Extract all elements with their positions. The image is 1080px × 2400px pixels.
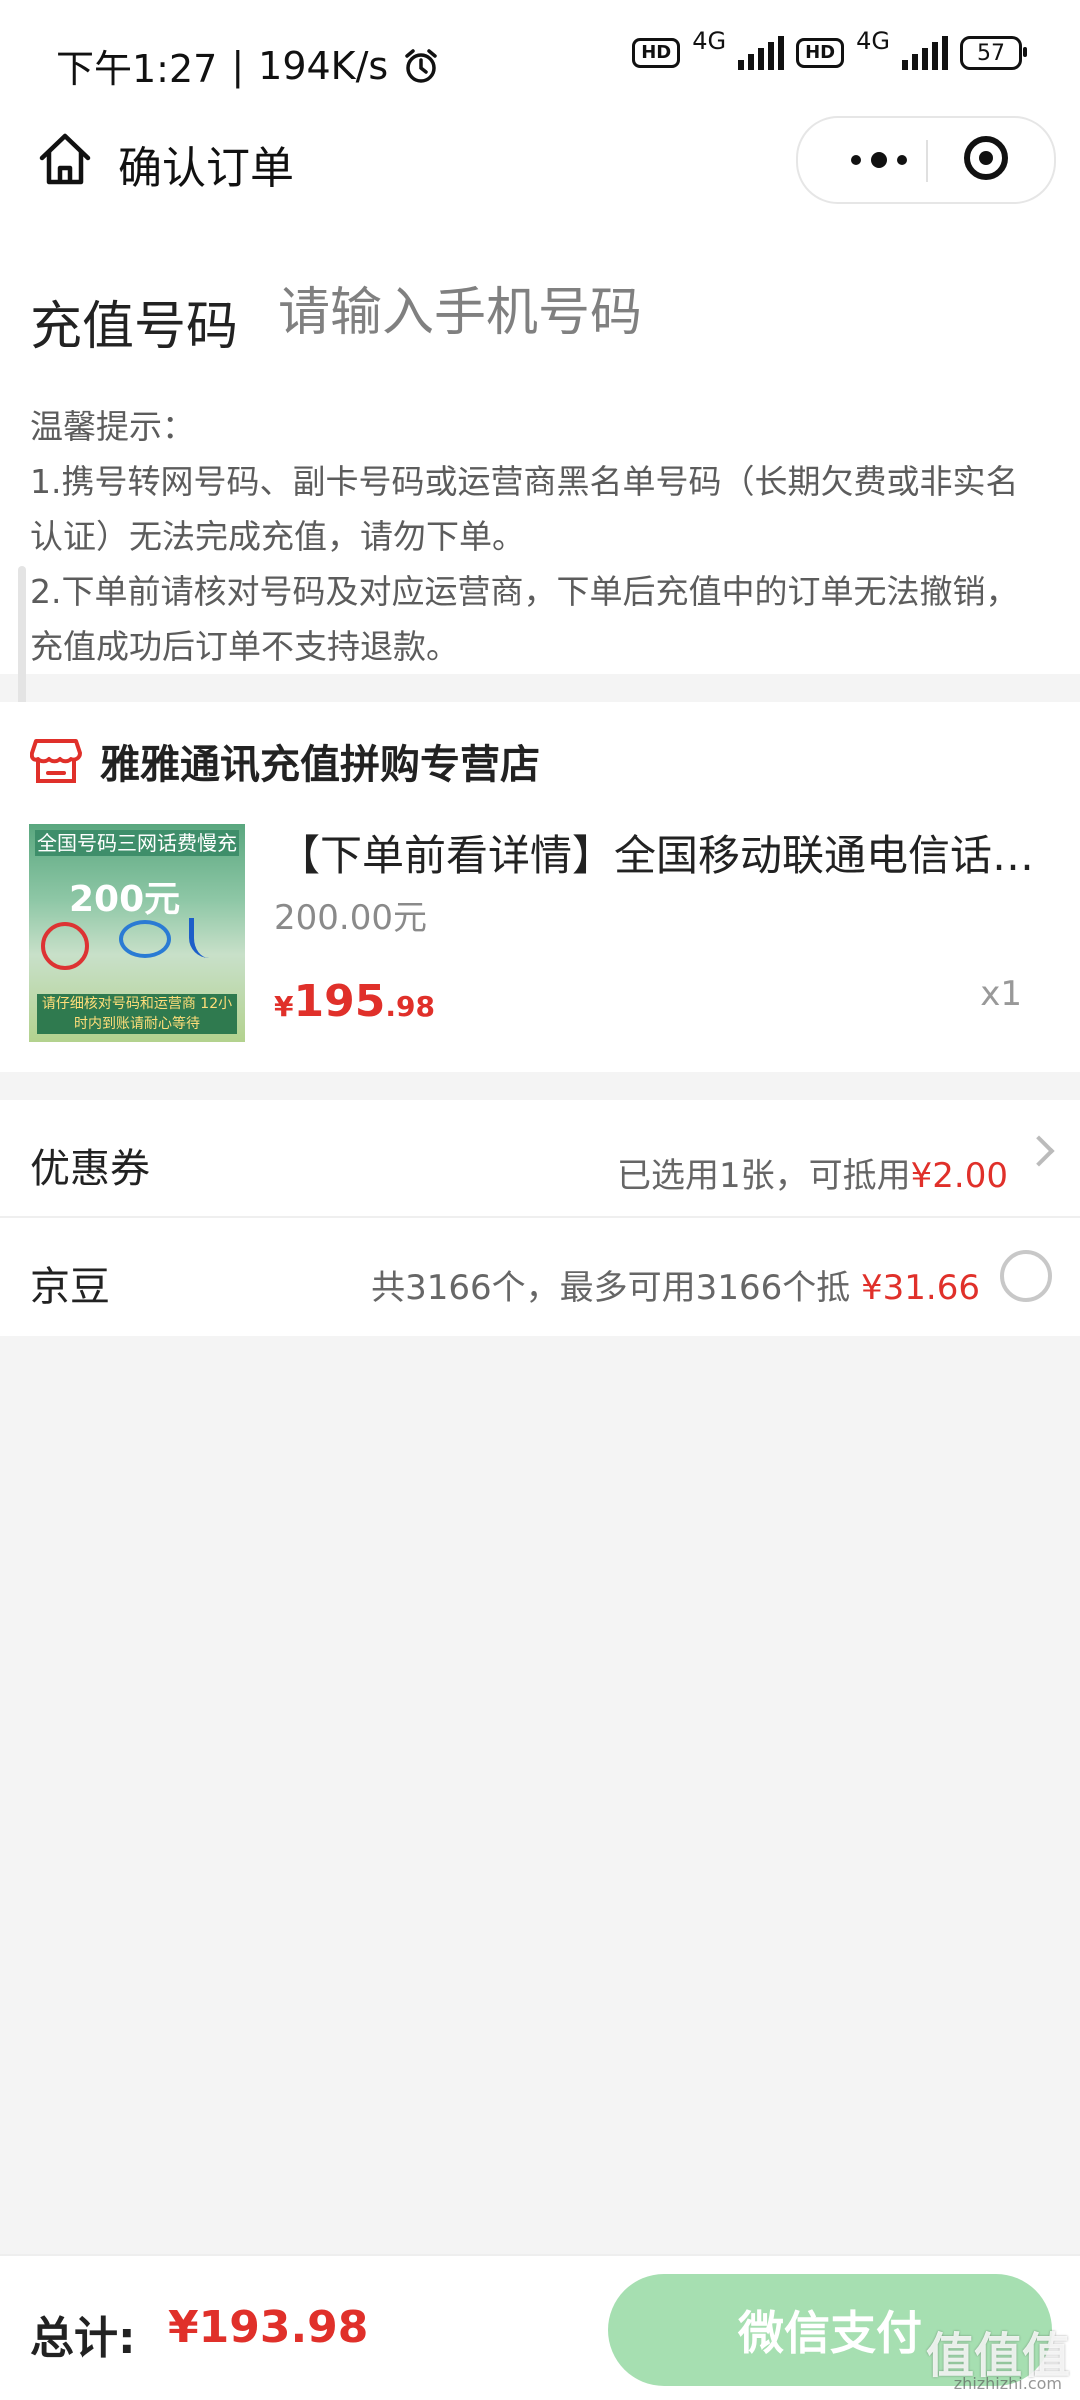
hd-badge: HD xyxy=(632,38,681,68)
shop-header[interactable]: 雅雅通讯充值拼购专营店 xyxy=(30,732,540,790)
network-label: 4G xyxy=(692,27,727,55)
home-icon[interactable] xyxy=(36,130,94,188)
close-mini-program-icon[interactable] xyxy=(964,136,1008,180)
shop-name: 雅雅通讯充值拼购专营店 xyxy=(100,742,540,788)
status-divider: | xyxy=(231,43,245,88)
bottom-bar: 总计: ¥193.98 微信支付 值值值 zhizhizhi.com xyxy=(0,2254,1080,2400)
jingdou-label: 京豆 xyxy=(30,1264,110,1310)
page-title: 确认订单 xyxy=(118,143,294,194)
status-speed: 194K/s xyxy=(258,43,389,88)
total-label: 总计: xyxy=(30,2313,136,2364)
jingdou-radio[interactable] xyxy=(1000,1250,1052,1302)
coupon-summary: 已选用1张，可抵用¥2.00 xyxy=(617,1148,1008,1197)
alarm-icon xyxy=(405,48,437,83)
chevron-right-icon xyxy=(1023,1135,1055,1167)
coupon-label: 优惠券 xyxy=(30,1146,150,1192)
capsule-divider xyxy=(926,140,928,182)
product-image-caption: 全国号码三网话费慢充 xyxy=(35,830,239,856)
jingdou-text: 共3166个，最多可用3166个抵 xyxy=(371,1268,851,1308)
product-price: ¥195.98 xyxy=(274,976,435,1027)
price-integer: 195 xyxy=(293,976,386,1027)
coupon-row[interactable]: 优惠券 已选用1张，可抵用¥2.00 xyxy=(0,1100,1080,1218)
watermark-url: zhizhizhi.com xyxy=(953,2374,1062,2393)
status-left: 下午1:27 | 194K/s xyxy=(56,38,440,93)
telecom-logo-icon xyxy=(189,918,224,958)
phone-number-input[interactable] xyxy=(278,278,1038,348)
coupon-amount: ¥2.00 xyxy=(910,1156,1008,1196)
product-spec: 200.00元 xyxy=(274,898,427,938)
unicom-logo-icon xyxy=(41,922,89,970)
hd-badge: HD xyxy=(796,38,845,68)
tips-block: 温馨提示： 1.携号转网号码、副卡号码或运营商黑名单号码（长期欠费或非实名认证）… xyxy=(30,399,1050,674)
more-icon[interactable] xyxy=(834,118,924,202)
signal-icon xyxy=(738,36,785,70)
tips-item: 1.携号转网号码、副卡号码或运营商黑名单号码（长期欠费或非实名认证）无法完成充值… xyxy=(30,462,1019,556)
mini-program-capsule xyxy=(796,116,1056,204)
status-right: HD 4G HD 4G 57 xyxy=(632,27,1027,70)
nav-bar: 确认订单 xyxy=(0,116,1080,244)
signal-icon xyxy=(902,36,948,70)
product-image[interactable]: 全国号码三网话费慢充 200元 请仔细核对号码和运营商 12小时内到账请耐心等待 xyxy=(29,824,245,1042)
tips-title: 温馨提示： xyxy=(30,407,195,446)
network-label: 4G xyxy=(856,27,890,55)
status-bar: 下午1:27 | 194K/s HD 4G HD 4G 57 xyxy=(0,0,1080,116)
product-image-footer: 请仔细核对号码和运营商 12小时内到账请耐心等待 xyxy=(37,994,237,1034)
product-title[interactable]: 【下单前看详情】全国移动联通电信话费充值 xyxy=(278,822,1048,883)
total-price: ¥193.98 xyxy=(168,2302,369,2353)
product-quantity: x1 xyxy=(980,974,1022,1014)
recharge-card: 充值号码 温馨提示： 1.携号转网号码、副卡号码或运营商黑名单号码（长期欠费或非… xyxy=(0,244,1080,674)
price-symbol: ¥ xyxy=(274,990,294,1023)
product-image-amount: 200元 xyxy=(69,879,181,920)
jingdou-amount: ¥31.66 xyxy=(861,1268,980,1308)
battery-icon: 57 xyxy=(960,36,1027,70)
jingdou-row: 京豆 共3166个，最多可用3166个抵 ¥31.66 xyxy=(0,1218,1080,1336)
recharge-label: 充值号码 xyxy=(30,297,239,357)
discount-options: 优惠券 已选用1张，可抵用¥2.00 京豆 共3166个，最多可用3166个抵 … xyxy=(0,1100,1080,1336)
coupon-text: 已选用1张，可抵用 xyxy=(617,1156,911,1196)
jingdou-summary: 共3166个，最多可用3166个抵 ¥31.66 xyxy=(371,1260,980,1309)
mobile-logo-icon xyxy=(119,920,171,958)
store-icon xyxy=(30,739,82,783)
shop-card: 雅雅通讯充值拼购专营店 全国号码三网话费慢充 200元 请仔细核对号码和运营商 … xyxy=(0,702,1080,1072)
status-time: 下午1:27 xyxy=(56,47,218,91)
price-decimal: .98 xyxy=(385,990,435,1023)
tips-item: 2.下单前请核对号码及对应运营商，下单后充值中的订单无法撤销，充值成功后订单不支… xyxy=(30,572,1019,666)
